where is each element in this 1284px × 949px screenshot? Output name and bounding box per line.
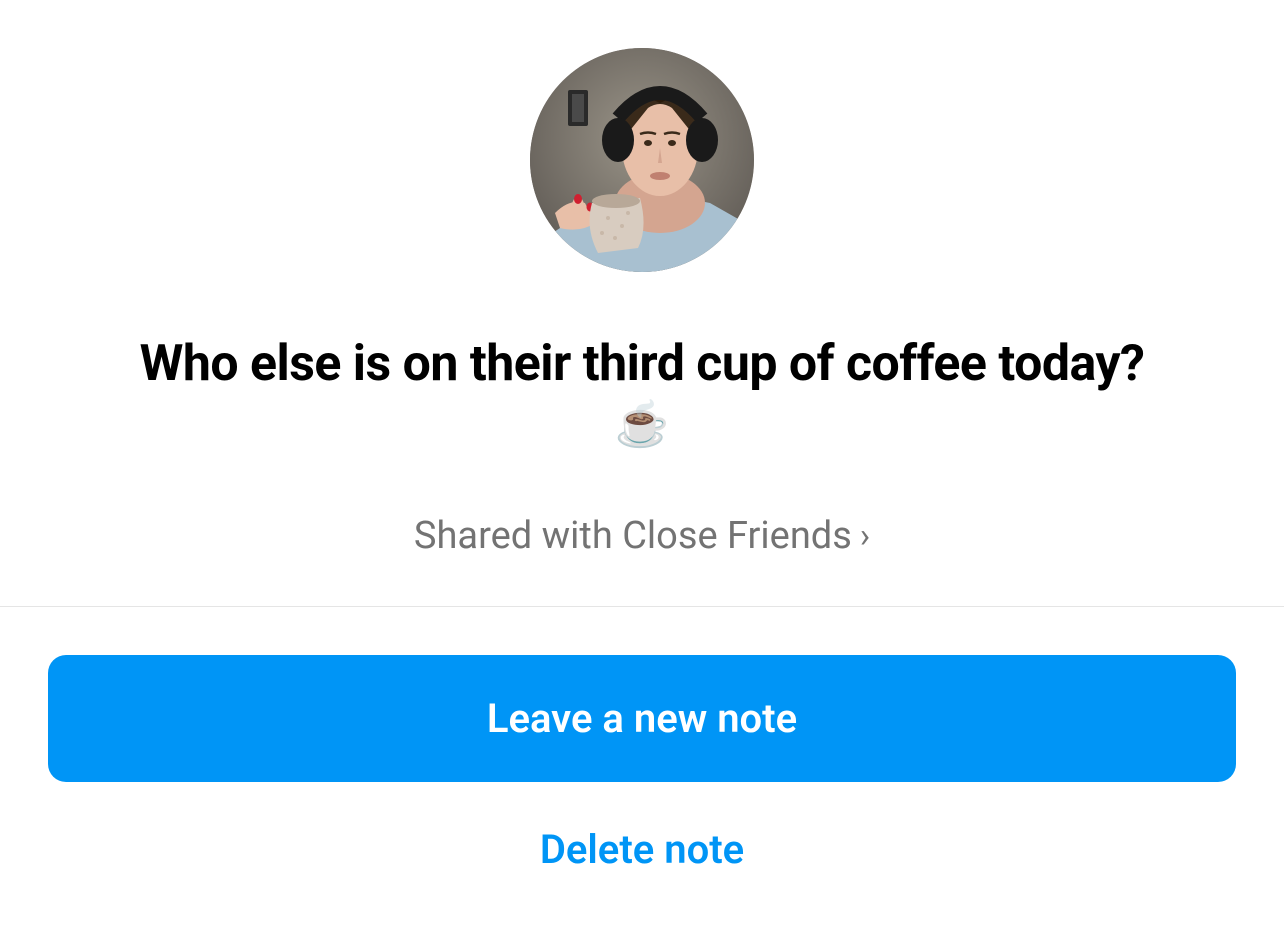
avatar-image	[530, 48, 754, 272]
actions-area: Leave a new note Delete note	[0, 607, 1284, 921]
avatar[interactable]	[530, 48, 754, 272]
audience-selector[interactable]: Shared with Close Friends ›	[414, 514, 870, 558]
delete-note-button[interactable]: Delete note	[540, 826, 744, 873]
audience-label: Shared with Close Friends	[414, 514, 852, 558]
chevron-right-icon: ›	[860, 516, 870, 556]
note-emoji: ☕	[615, 398, 670, 450]
note-text: Who else is on their third cup of coffee…	[140, 334, 1145, 394]
note-detail-container: Who else is on their third cup of coffee…	[0, 0, 1284, 921]
leave-new-note-button[interactable]: Leave a new note	[48, 655, 1236, 782]
